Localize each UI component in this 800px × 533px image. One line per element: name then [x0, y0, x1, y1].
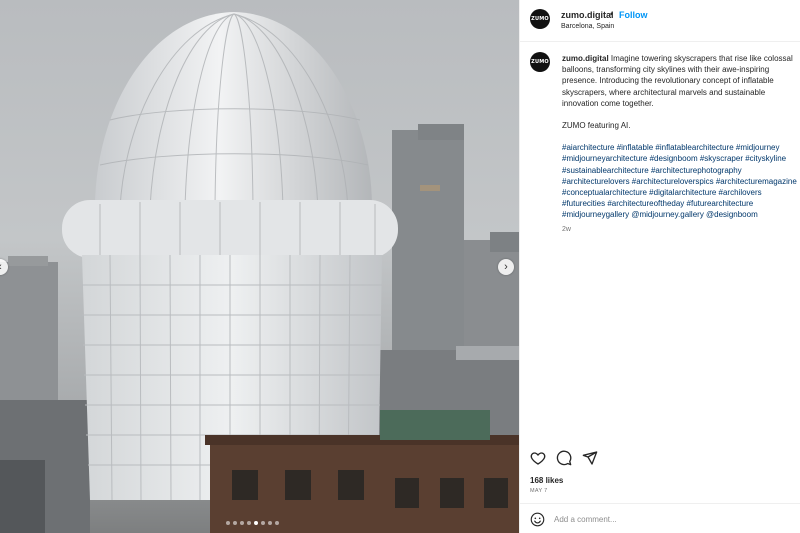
comment-input[interactable] [554, 511, 754, 527]
caption-body: zumo.digital Imagine towering skyscraper… [562, 53, 800, 235]
comment-bar [520, 503, 800, 533]
hashtag-line[interactable]: #midjourneygallery @midjourney.gallery @… [562, 209, 800, 220]
chevron-right-icon[interactable]: › [498, 259, 514, 275]
likes-count[interactable]: 168 likes [530, 476, 563, 485]
location-link[interactable]: Barcelona, Spain [561, 23, 614, 30]
emoji-icon[interactable] [530, 512, 545, 527]
caption-text: Imagine towering skyscrapers that rise l… [610, 54, 793, 63]
caption-credit: ZUMO featuring AI. [562, 121, 631, 131]
caption-username[interactable]: zumo.digital [562, 54, 609, 63]
post-date: MAY 7 [530, 488, 548, 494]
hashtag-line[interactable]: #aiarchitecture #inflatable #inflatablea… [562, 142, 800, 153]
hashtag-line[interactable]: #architecturelovers #architectureloversp… [562, 176, 800, 187]
separator-dot: • [610, 9, 614, 19]
caption-gap [562, 109, 800, 120]
inflatable-skyscraper-photo [0, 12, 519, 533]
caption-time-ago[interactable]: 2w [562, 224, 800, 235]
carousel-dot [226, 521, 230, 525]
carousel-dot [261, 521, 265, 525]
hashtag-line[interactable]: #sustainablearchitecture #architectureph… [562, 165, 800, 176]
caption-line: balloons, transforming city skylines wit… [562, 65, 770, 75]
carousel-dot [254, 521, 258, 525]
action-bar [530, 450, 598, 466]
caption-line: presence. Introducing the revolutionary … [562, 76, 774, 86]
heart-icon[interactable] [530, 450, 546, 466]
comment-icon[interactable] [556, 450, 572, 466]
post-header: ZUMO zumo.digital • Follow Barcelona, Sp… [520, 0, 800, 42]
carousel-dot [275, 521, 279, 525]
carousel-dot [240, 521, 244, 525]
hashtag-line[interactable]: #midjourneyarchitecture #designboom #sky… [562, 153, 800, 164]
caption-line: skyscrapers, where architectural marvels… [562, 87, 766, 97]
carousel-dot [247, 521, 251, 525]
caption-line: zumo.digital Imagine towering skyscraper… [562, 53, 800, 64]
hashtag-line[interactable]: #futurecities #architectureoftheday #fut… [562, 198, 800, 209]
follow-button[interactable]: Follow [619, 10, 648, 20]
hashtag-line[interactable]: #conceptualarchitecture #digitalarchitec… [562, 187, 800, 198]
caption-gap [562, 131, 800, 142]
share-icon[interactable] [582, 450, 598, 466]
caption-avatar[interactable]: ZUMO [530, 52, 550, 72]
carousel-dot [268, 521, 272, 525]
caption-line: innovation come together. [562, 98, 654, 108]
carousel-dots [226, 521, 279, 525]
post-image[interactable]: ‹ › [0, 0, 519, 533]
avatar[interactable]: ZUMO [530, 9, 550, 29]
carousel-dot [233, 521, 237, 525]
header-username[interactable]: zumo.digital [561, 10, 614, 20]
post-panel: ZUMO zumo.digital • Follow Barcelona, Sp… [519, 0, 800, 533]
